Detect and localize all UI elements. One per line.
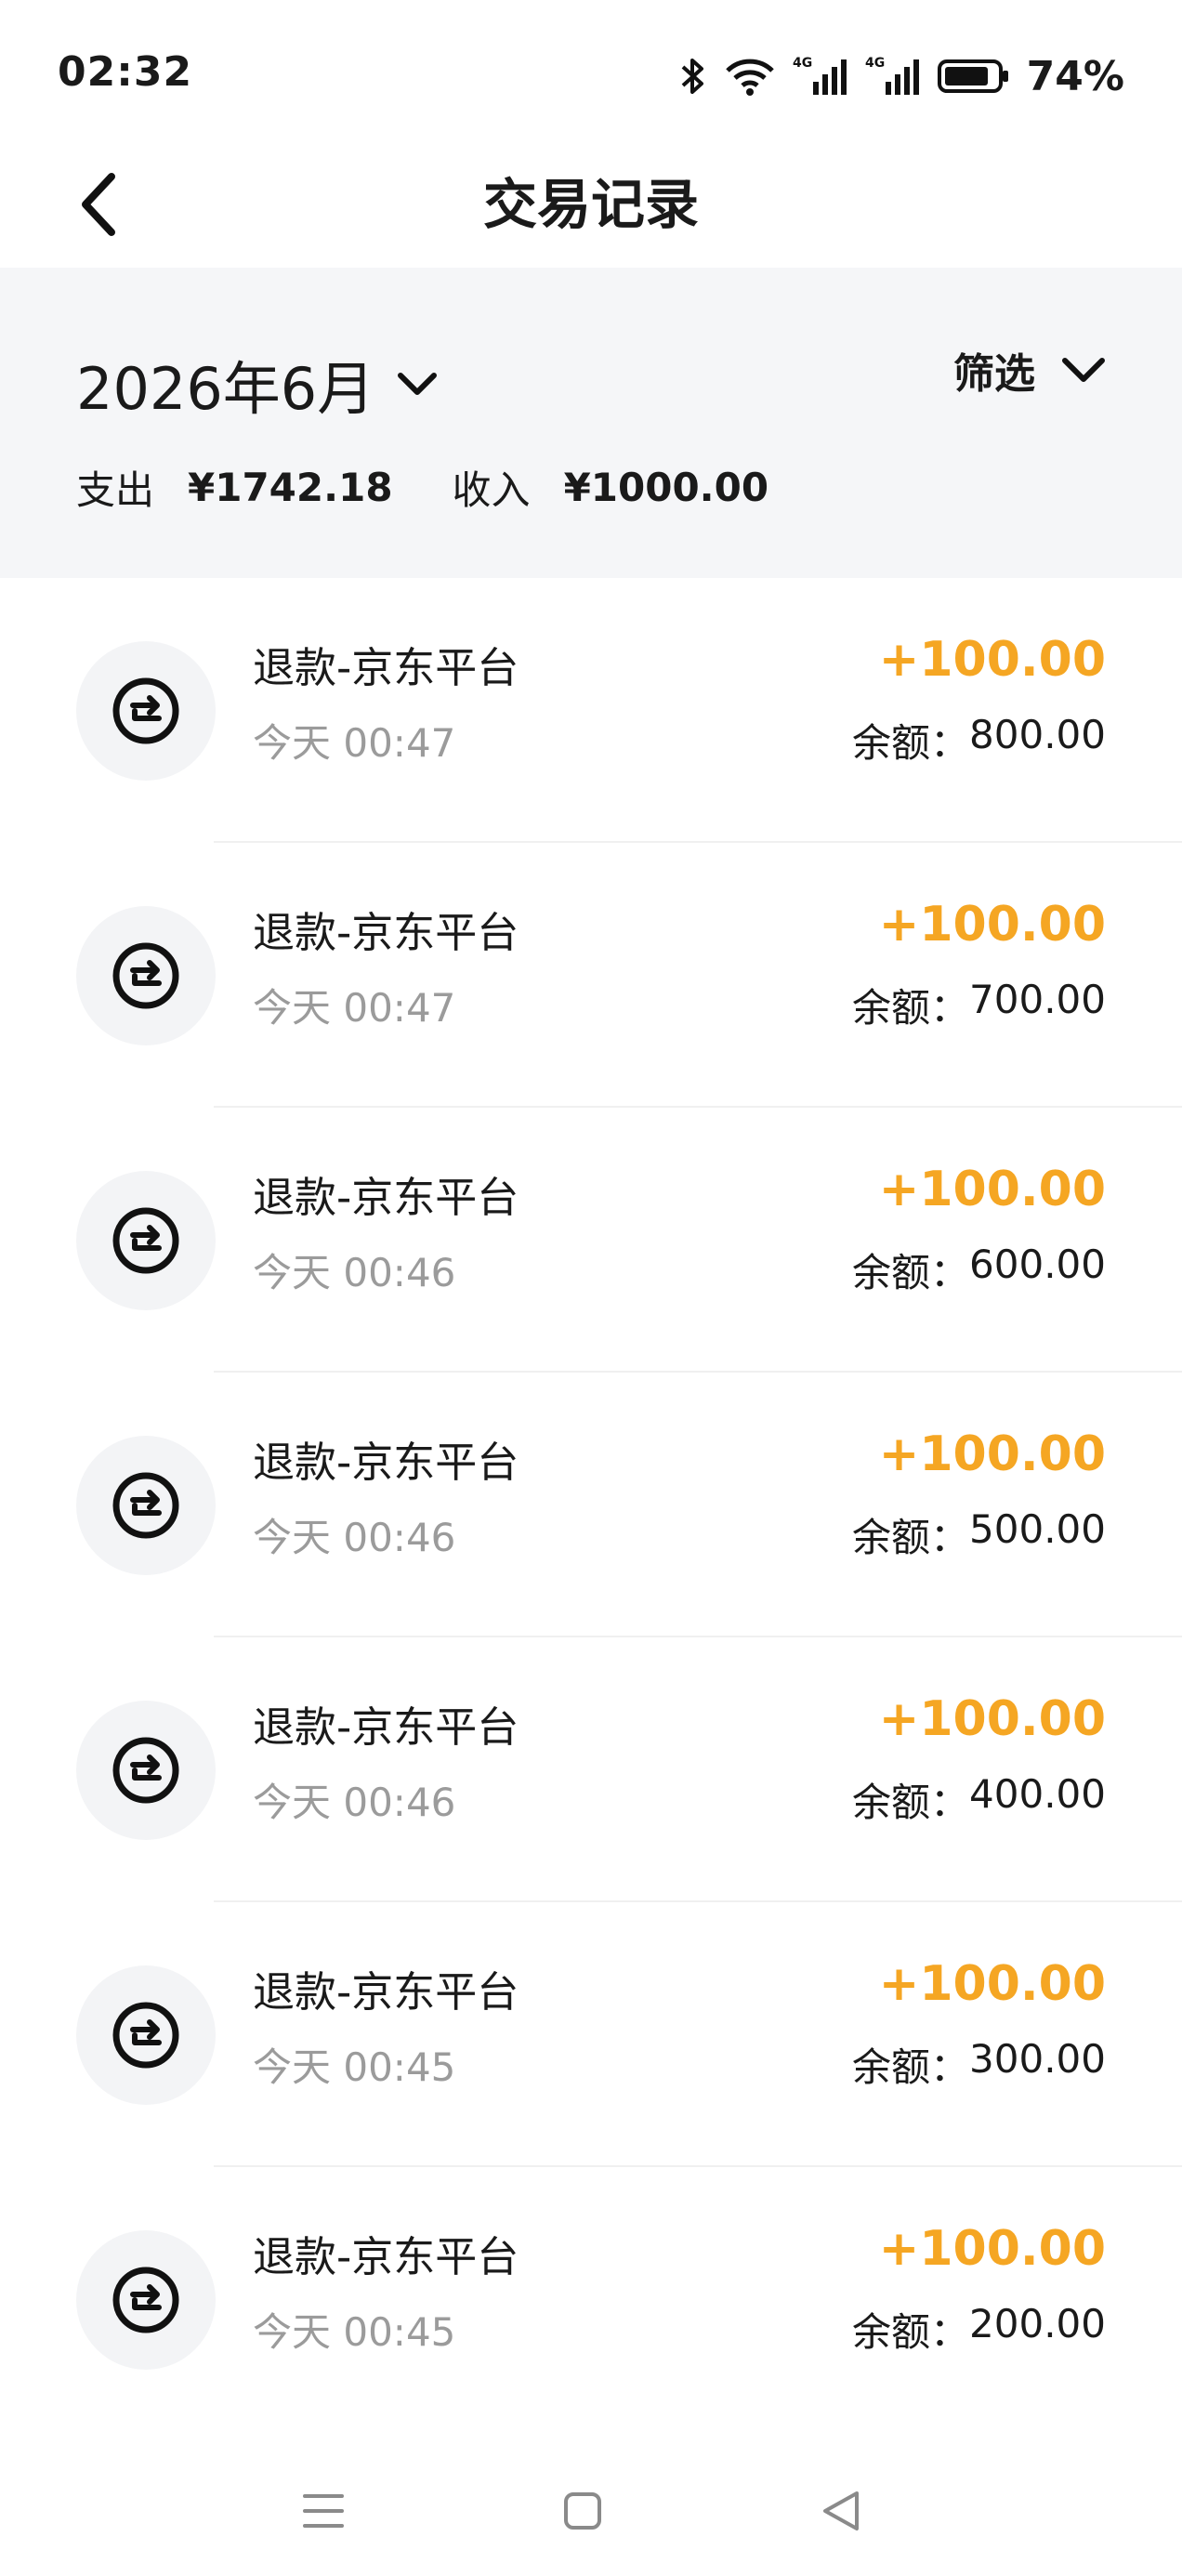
- expense-label: 支出: [76, 467, 155, 513]
- transaction-avatar: [76, 1171, 216, 1310]
- system-nav-bar: [0, 2446, 1182, 2576]
- transaction-title: 退款-京东平台: [253, 908, 519, 957]
- refund-icon: [112, 942, 179, 1009]
- transaction-time: 今天 00:46: [253, 1515, 456, 1560]
- month-picker[interactable]: 2026年6月: [76, 342, 438, 426]
- wifi-icon: [724, 56, 776, 97]
- back-triangle-icon: [823, 2491, 859, 2530]
- month-label: 2026年6月: [76, 355, 375, 423]
- page-header: 交易记录: [0, 139, 1182, 268]
- transaction-balance: 余额： 200.00: [852, 2301, 1106, 2358]
- transaction-list: 退款-京东平台 今天 00:47 +100.00 余额： 800.00 退款-京东…: [0, 578, 1182, 2432]
- balance-value: 200.00: [969, 2301, 1106, 2346]
- menu-icon: [303, 2494, 344, 2528]
- balance-label: 余额：: [852, 2309, 970, 2355]
- balance-value: 600.00: [969, 1242, 1106, 1287]
- svg-text:4G: 4G: [865, 56, 885, 71]
- transaction-amount: +100.00: [878, 1956, 1106, 2012]
- signal-4g-icon: 4G: [793, 54, 848, 99]
- back-nav-button[interactable]: [799, 2474, 883, 2548]
- chevron-down-icon: [398, 373, 438, 395]
- status-bar: 02:32 4G 4G 74%: [0, 0, 1182, 139]
- transaction-avatar: [76, 2230, 216, 2370]
- transaction-time: 今天 00:45: [253, 2309, 456, 2355]
- home-button[interactable]: [541, 2474, 624, 2548]
- transaction-amount: +100.00: [878, 632, 1106, 688]
- svg-text:4G: 4G: [793, 56, 812, 71]
- refund-icon: [112, 1472, 179, 1539]
- filter-button[interactable]: 筛选: [953, 340, 1106, 400]
- balance-value: 500.00: [969, 1506, 1106, 1552]
- transaction-title: 退款-京东平台: [253, 1967, 519, 2017]
- transaction-row[interactable]: 退款-京东平台 今天 00:47 +100.00 余额： 800.00: [0, 578, 1182, 843]
- status-icons: 4G 4G 74%: [679, 48, 1124, 104]
- recent-apps-button[interactable]: [282, 2474, 365, 2548]
- transaction-balance: 余额： 400.00: [852, 1771, 1106, 1828]
- refund-icon: [112, 677, 179, 744]
- balance-label: 余额：: [852, 720, 970, 766]
- transaction-balance: 余额： 500.00: [852, 1506, 1106, 1563]
- transaction-balance: 余额： 600.00: [852, 1242, 1106, 1298]
- battery-percent: 74%: [1026, 52, 1124, 100]
- transaction-time: 今天 00:46: [253, 1780, 456, 1825]
- refund-icon: [112, 2267, 179, 2333]
- transaction-balance: 余额： 700.00: [852, 977, 1106, 1033]
- transaction-amount: +100.00: [878, 1426, 1106, 1482]
- balance-label: 余额：: [852, 1780, 970, 1825]
- transaction-time: 今天 00:45: [253, 2044, 456, 2090]
- bluetooth-icon: [679, 56, 707, 97]
- transaction-time: 今天 00:46: [253, 1250, 456, 1295]
- refund-icon: [112, 1737, 179, 1804]
- transaction-avatar: [76, 1965, 216, 2105]
- transaction-row[interactable]: 退款-京东平台 今天 00:46 +100.00 余额： 600.00: [0, 1108, 1182, 1373]
- signal-4g-icon: 4G: [865, 54, 921, 99]
- transaction-title: 退款-京东平台: [253, 1438, 519, 1487]
- expense-value: ¥1742.18: [188, 465, 393, 510]
- home-icon: [564, 2492, 601, 2530]
- transaction-time: 今天 00:47: [253, 720, 456, 766]
- transaction-row[interactable]: 退款-京东平台 今天 00:45 +100.00 余额： 200.00: [0, 2167, 1182, 2432]
- transaction-row[interactable]: 退款-京东平台 今天 00:46 +100.00 余额： 400.00: [0, 1637, 1182, 1902]
- transaction-avatar: [76, 641, 216, 781]
- summary-panel: 2026年6月 筛选 支出 ¥1742.18 收入 ¥1000.00: [0, 268, 1182, 578]
- transaction-amount: +100.00: [878, 897, 1106, 953]
- transaction-avatar: [76, 1701, 216, 1840]
- chevron-down-icon: [1062, 358, 1105, 382]
- page-title: 交易记录: [482, 173, 699, 236]
- balance-label: 余额：: [852, 1250, 970, 1295]
- transaction-row[interactable]: 退款-京东平台 今天 00:45 +100.00 余额： 300.00: [0, 1902, 1182, 2167]
- balance-value: 400.00: [969, 1771, 1106, 1817]
- transaction-time: 今天 00:47: [253, 985, 456, 1031]
- totals-row: 支出 ¥1742.18 收入 ¥1000.00: [76, 459, 828, 516]
- transaction-amount: +100.00: [878, 1162, 1106, 1217]
- income-value: ¥1000.00: [563, 465, 769, 510]
- balance-value: 700.00: [969, 977, 1106, 1022]
- refund-icon: [112, 2002, 179, 2069]
- battery-icon: [937, 58, 1010, 95]
- balance-value: 800.00: [969, 712, 1106, 757]
- transaction-balance: 余额： 300.00: [852, 2036, 1106, 2093]
- refund-icon: [112, 1207, 179, 1274]
- transaction-avatar: [76, 906, 216, 1045]
- transaction-title: 退款-京东平台: [253, 2232, 519, 2281]
- transaction-avatar: [76, 1436, 216, 1575]
- transaction-title: 退款-京东平台: [253, 1173, 519, 1222]
- income-label: 收入: [452, 467, 531, 513]
- balance-value: 300.00: [969, 2036, 1106, 2082]
- transaction-row[interactable]: 退款-京东平台 今天 00:46 +100.00 余额： 500.00: [0, 1373, 1182, 1637]
- transaction-title: 退款-京东平台: [253, 643, 519, 692]
- status-time: 02:32: [58, 48, 193, 96]
- balance-label: 余额：: [852, 2044, 970, 2090]
- balance-label: 余额：: [852, 985, 970, 1031]
- transaction-amount: +100.00: [878, 2221, 1106, 2277]
- transaction-title: 退款-京东平台: [253, 1702, 519, 1752]
- transaction-amount: +100.00: [878, 1691, 1106, 1747]
- balance-label: 余额：: [852, 1515, 970, 1560]
- transaction-row[interactable]: 退款-京东平台 今天 00:47 +100.00 余额： 700.00: [0, 843, 1182, 1108]
- filter-label: 筛选: [953, 350, 1035, 398]
- transaction-balance: 余额： 800.00: [852, 712, 1106, 769]
